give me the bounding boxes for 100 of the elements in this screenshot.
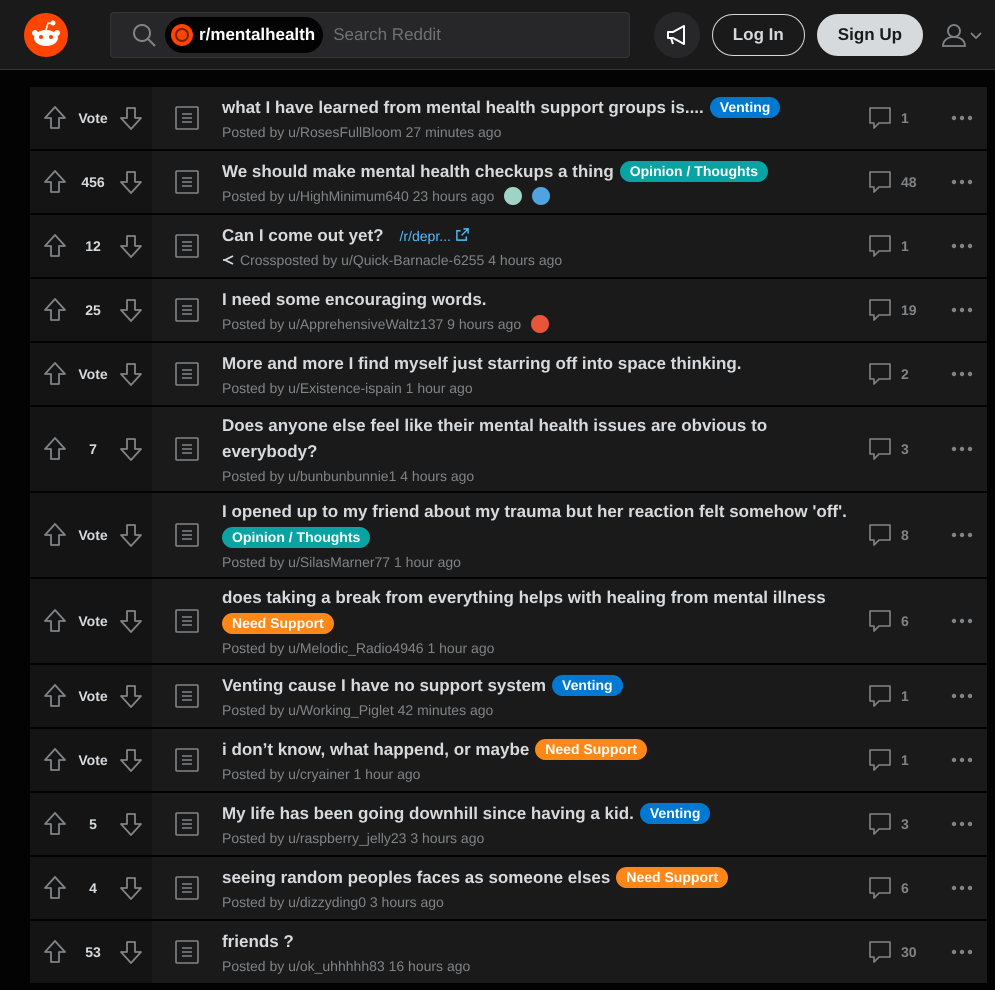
more-options-icon[interactable] — [951, 885, 973, 891]
upvote-icon[interactable] — [42, 875, 68, 901]
text-post-icon — [174, 169, 200, 195]
subreddit-link[interactable]: /r/depr... — [400, 228, 470, 244]
downvote-icon[interactable] — [118, 811, 144, 837]
comments-button[interactable]: 1 — [867, 233, 921, 259]
post-flair[interactable]: Venting — [710, 97, 780, 118]
more-options-icon[interactable] — [951, 179, 973, 185]
upvote-icon[interactable] — [42, 811, 68, 837]
comments-button[interactable]: 1 — [867, 747, 921, 773]
more-options-icon[interactable] — [951, 532, 973, 538]
community-chip[interactable]: r/mentalhealth — [165, 16, 324, 52]
more-options-icon[interactable] — [951, 949, 973, 955]
upvote-icon[interactable] — [42, 436, 68, 462]
post-title[interactable]: Can I come out yet? — [222, 226, 384, 245]
post-title[interactable]: what I have learned from mental health support groups is.... — [222, 98, 704, 117]
comment-icon — [867, 939, 893, 965]
text-post-icon — [174, 747, 200, 773]
comments-button[interactable]: 3 — [867, 811, 921, 837]
post-card[interactable]: 25 I need some encouraging words. Posted by u/ApprehensiveWaltz137 9 hours ago 19 — [30, 279, 987, 341]
downvote-icon[interactable] — [118, 939, 144, 965]
comments-button[interactable]: 8 — [867, 522, 921, 548]
comments-button[interactable]: 2 — [867, 361, 921, 387]
search-input[interactable]: Search Reddit — [331, 24, 619, 46]
post-title[interactable]: We should make mental health checkups a thing — [222, 162, 614, 181]
upvote-icon[interactable] — [42, 608, 68, 634]
post-flair[interactable]: Venting — [552, 675, 623, 696]
post-title[interactable]: Venting cause I have no support system — [222, 676, 546, 695]
post-title[interactable]: My life has been going downhill since having a kid. — [222, 804, 634, 823]
signup-button[interactable]: Sign Up — [816, 14, 923, 56]
post-card[interactable]: 5 My life has been going downhill since having a kid. Venting Posted by u/raspberry_jelly23 3 hours ago 3 — [30, 793, 987, 855]
upvote-icon[interactable] — [42, 105, 68, 131]
post-title[interactable]: i don’t know, what happend, or maybe — [222, 740, 530, 759]
downvote-icon[interactable] — [118, 875, 144, 901]
more-options-icon[interactable] — [951, 446, 973, 452]
vote-count: 5 — [88, 816, 98, 832]
upvote-icon[interactable] — [42, 169, 68, 195]
comments-button[interactable]: 1 — [867, 105, 921, 131]
downvote-icon[interactable] — [118, 747, 144, 773]
downvote-icon[interactable] — [118, 297, 144, 323]
post-card[interactable]: 456 We should make mental health checkups a thing Opinion / Thoughts Posted by u/HighMinimum640 23 hours ago 48 — [30, 151, 987, 213]
post-card[interactable]: 53 friends ? Posted by u/ok_uhhhhh83 16 hours ago 30 — [30, 921, 987, 983]
upvote-icon[interactable] — [42, 233, 68, 259]
upvote-icon[interactable] — [42, 747, 68, 773]
post-byline: Posted by u/SilasMarner77 1 hour ago — [222, 553, 461, 572]
more-options-icon[interactable] — [951, 821, 973, 827]
upvote-icon[interactable] — [42, 361, 68, 387]
post-title[interactable]: seeing random peoples faces as someone elses — [222, 868, 610, 887]
more-options-icon[interactable] — [951, 115, 973, 121]
post-card[interactable]: Vote I opened up to my friend about my trauma but her reaction felt somehow 'off'. Opinion / Thoughts Posted by u/SilasMarner77 1 hour ago 8 — [30, 493, 987, 577]
comments-button[interactable]: 48 — [867, 169, 921, 195]
downvote-icon[interactable] — [118, 522, 144, 548]
comment-icon — [867, 522, 893, 548]
post-flair[interactable]: Venting — [640, 803, 710, 824]
downvote-icon[interactable] — [118, 361, 144, 387]
reddit-logo[interactable] — [24, 12, 68, 56]
post-card[interactable]: Vote does taking a break from everything helps with healing from mental illness Need Support Posted by u/Melodic_Radio4946 1 hour ago 6 — [30, 579, 987, 663]
downvote-icon[interactable] — [118, 436, 144, 462]
downvote-icon[interactable] — [118, 608, 144, 634]
post-card[interactable]: Vote what I have learned from mental health support groups is.... Venting Posted by u/RosesFullBloom 27 minutes ago 1 — [30, 87, 987, 149]
post-title[interactable]: does taking a break from everything helps with healing from mental illness — [222, 585, 826, 611]
upvote-icon[interactable] — [42, 522, 68, 548]
comments-button[interactable]: 3 — [867, 436, 921, 462]
post-title[interactable]: I need some encouraging words. — [222, 290, 486, 309]
more-options-icon[interactable] — [951, 371, 973, 377]
downvote-icon[interactable] — [118, 233, 144, 259]
downvote-icon[interactable] — [118, 169, 144, 195]
post-title[interactable]: More and more I find myself just starring off into space thinking. — [222, 354, 742, 373]
post-card[interactable]: Vote Venting cause I have no support system Venting Posted by u/Working_Piglet 42 minutes ago 1 — [30, 665, 987, 727]
comments-button[interactable]: 6 — [867, 875, 921, 901]
more-options-icon[interactable] — [951, 757, 973, 763]
post-title[interactable]: I opened up to my friend about my trauma but her reaction felt somehow 'off'. — [222, 499, 847, 525]
post-title[interactable]: Does anyone else feel like their mental health issues are obvious to everybody? — [222, 413, 861, 465]
upvote-icon[interactable] — [42, 939, 68, 965]
comments-button[interactable]: 1 — [867, 683, 921, 709]
more-options-icon[interactable] — [951, 693, 973, 699]
more-options-icon[interactable] — [951, 307, 973, 313]
vote-count: 456 — [80, 174, 106, 190]
post-card[interactable]: Vote i don’t know, what happend, or maybe Need Support Posted by u/cryainer 1 hour ago 1 — [30, 729, 987, 791]
more-options-icon[interactable] — [951, 243, 973, 249]
login-button[interactable]: Log In — [712, 14, 805, 56]
vote-count: 4 — [88, 880, 98, 896]
text-post-icon — [174, 683, 200, 709]
post-title[interactable]: friends ? — [222, 932, 294, 951]
megaphone-icon[interactable] — [654, 12, 700, 58]
post-card[interactable]: 4 seeing random peoples faces as someone elses Need Support Posted by u/dizzyding0 3 hours ago 6 — [30, 857, 987, 919]
comments-button[interactable]: 30 — [867, 939, 921, 965]
text-post-icon — [174, 939, 200, 965]
downvote-icon[interactable] — [118, 683, 144, 709]
post-card[interactable]: 7 Does anyone else feel like their mental health issues are obvious to everybody? Posted by u/bunbunbunnie1 4 hours ago 3 — [30, 407, 987, 491]
post-card[interactable]: Vote More and more I find myself just starring off into space thinking. Posted by u/Existence-ispain 1 hour ago 2 — [30, 343, 987, 405]
comments-button[interactable]: 19 — [867, 297, 921, 323]
upvote-icon[interactable] — [42, 683, 68, 709]
more-options-icon[interactable] — [951, 618, 973, 624]
post-byline: Posted by u/Melodic_Radio4946 1 hour ago — [222, 639, 494, 658]
upvote-icon[interactable] — [42, 297, 68, 323]
comments-button[interactable]: 6 — [867, 608, 921, 634]
post-card[interactable]: 12 Can I come out yet? /r/depr... Crossposted by u/Quick-Barnacle-6255 4 hours ago 1 — [30, 215, 987, 277]
downvote-icon[interactable] — [118, 105, 144, 131]
search-field[interactable]: r/mentalhealth Search Reddit — [110, 12, 630, 58]
